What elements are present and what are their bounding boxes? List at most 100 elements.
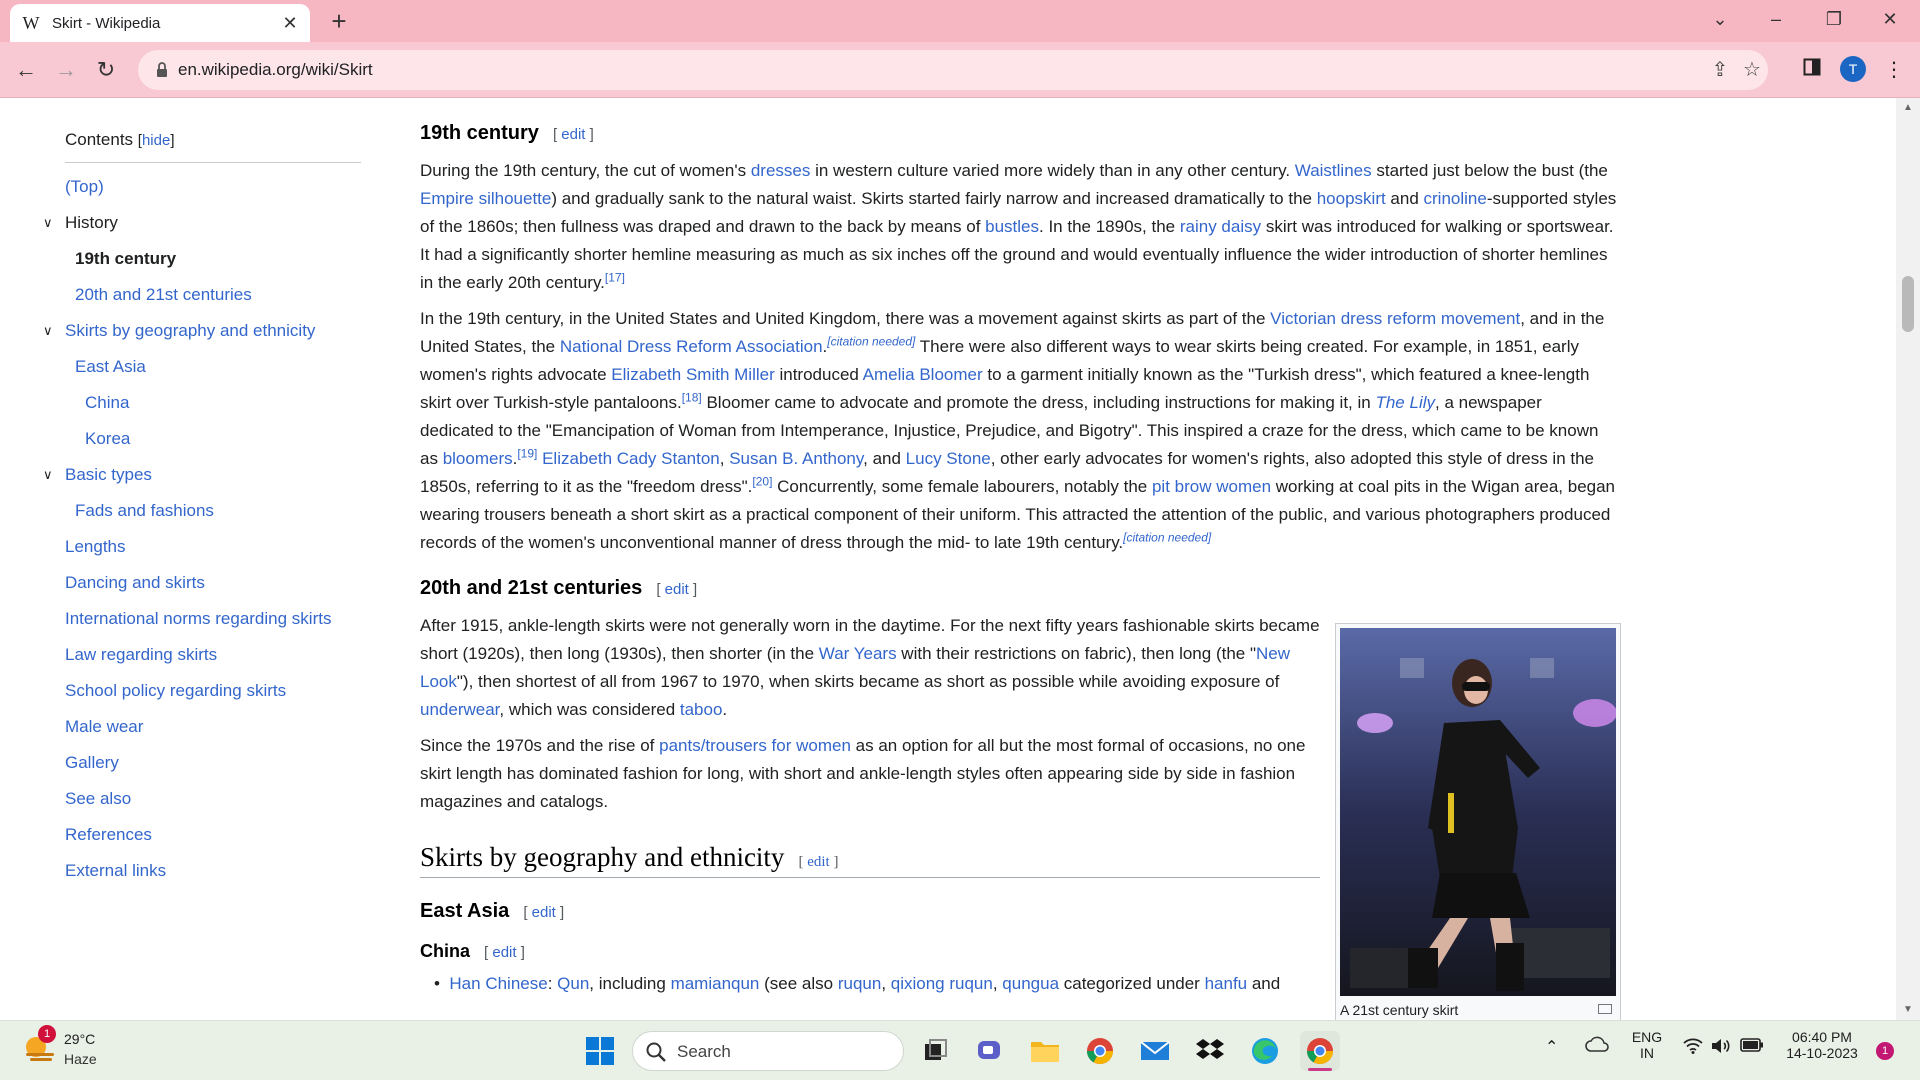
link-war-years[interactable]: War Years <box>819 644 897 663</box>
new-tab-button[interactable]: + <box>325 8 353 36</box>
toc-item-references[interactable]: References <box>65 817 361 853</box>
link-susan-b-anthony[interactable]: Susan B. Anthony <box>729 449 863 468</box>
clock[interactable]: 06:40 PM 14-10-2023 <box>1780 1029 1864 1061</box>
chrome-active-icon[interactable] <box>1300 1031 1340 1071</box>
toc-item-external-links[interactable]: External links <box>65 853 361 889</box>
link-waistlines[interactable]: Waistlines <box>1295 161 1372 180</box>
battery-icon[interactable] <box>1740 1038 1764 1055</box>
link-pants-trousers[interactable]: pants/trousers for women <box>659 736 851 755</box>
toc-hide-link[interactable]: hide <box>142 132 170 149</box>
toc-item-intl-norms[interactable]: International norms regarding skirts <box>65 601 361 637</box>
link-bloomers[interactable]: bloomers <box>443 449 513 468</box>
link-qungua[interactable]: qungua <box>1002 974 1059 993</box>
ref-19[interactable]: [19] <box>517 446 537 460</box>
reload-button[interactable]: ↻ <box>90 54 122 86</box>
toc-item-geography[interactable]: ∨ Skirts by geography and ethnicity <box>43 313 361 349</box>
ref-18[interactable]: [18] <box>682 390 702 404</box>
close-tab-icon[interactable]: ✕ <box>280 13 300 33</box>
toc-item-gallery[interactable]: Gallery <box>65 745 361 781</box>
edit-link[interactable]: edit <box>492 944 516 961</box>
menu-kebab-icon[interactable]: ⋮ <box>1880 56 1908 84</box>
edit-link[interactable]: edit <box>532 904 556 921</box>
toc-item-law[interactable]: Law regarding skirts <box>65 637 361 673</box>
chevron-down-icon[interactable]: ∨ <box>43 457 59 493</box>
minimize-button[interactable]: – <box>1748 0 1804 40</box>
toc-item-dancing[interactable]: Dancing and skirts <box>65 565 361 601</box>
link-the-lily[interactable]: The Lily <box>1375 393 1435 412</box>
link-victorian-dress-reform[interactable]: Victorian dress reform movement <box>1270 309 1520 328</box>
photo-21st-century-skirt[interactable] <box>1340 628 1616 996</box>
bookmark-star-icon[interactable]: ☆ <box>1740 58 1764 82</box>
link-bustles[interactable]: bustles <box>985 217 1039 236</box>
scroll-down-arrow-icon[interactable]: ▼ <box>1896 1004 1920 1015</box>
enlarge-icon[interactable] <box>1598 1004 1612 1014</box>
citation-needed[interactable]: [citation needed] <box>827 334 915 348</box>
share-icon[interactable]: ⇪ <box>1708 58 1732 82</box>
citation-needed[interactable]: [citation needed] <box>1123 530 1211 544</box>
toc-item-east-asia[interactable]: East Asia <box>65 349 361 385</box>
link-crinoline[interactable]: crinoline <box>1424 189 1487 208</box>
wifi-icon[interactable] <box>1682 1037 1704 1058</box>
close-window-button[interactable]: ✕ <box>1862 0 1918 40</box>
scroll-up-arrow-icon[interactable]: ▲ <box>1896 102 1920 113</box>
link-pit-brow-women[interactable]: pit brow women <box>1152 477 1271 496</box>
link-empire-silhouette[interactable]: Empire silhouette <box>420 189 551 208</box>
link-elizabeth-smith-miller[interactable]: Elizabeth Smith Miller <box>611 365 774 384</box>
toc-item-lengths[interactable]: Lengths <box>65 529 361 565</box>
show-hidden-icons-chevron-icon[interactable]: ⌃ <box>1545 1037 1558 1057</box>
link-mamianqun[interactable]: mamianqun <box>671 974 760 993</box>
link-han-chinese[interactable]: Han Chinese <box>449 974 547 993</box>
edit-link[interactable]: edit <box>561 126 585 143</box>
ref-17[interactable]: [17] <box>605 270 625 284</box>
toc-item-history[interactable]: ∨ History <box>43 205 361 241</box>
task-view-icon[interactable] <box>915 1031 955 1071</box>
link-ndra[interactable]: National Dress Reform Association <box>560 337 823 356</box>
browser-tab[interactable]: W Skirt - Wikipedia ✕ <box>10 4 310 42</box>
chevron-down-icon[interactable]: ∨ <box>43 313 59 349</box>
toc-item-20th-21st[interactable]: 20th and 21st centuries <box>65 277 361 313</box>
edge-icon[interactable] <box>1245 1031 1285 1071</box>
link-rainy-daisy[interactable]: rainy daisy <box>1180 217 1261 236</box>
onedrive-cloud-icon[interactable] <box>1585 1035 1609 1056</box>
volume-icon[interactable] <box>1710 1037 1732 1058</box>
toc-item-see-also[interactable]: See also <box>65 781 361 817</box>
toc-item-19th-century[interactable]: 19th century <box>65 241 361 277</box>
page-scrollbar[interactable]: ▲ ▼ <box>1896 98 1920 1020</box>
notification-badge[interactable]: 1 <box>1876 1042 1894 1060</box>
link-amelia-bloomer[interactable]: Amelia Bloomer <box>863 365 983 384</box>
toc-item-school[interactable]: School policy regarding skirts <box>65 673 361 709</box>
scrollbar-thumb[interactable] <box>1902 276 1914 332</box>
profile-avatar[interactable]: T <box>1840 56 1866 82</box>
url-text[interactable]: en.wikipedia.org/wiki/Skirt <box>178 60 373 80</box>
link-dresses[interactable]: dresses <box>751 161 811 180</box>
link-lucy-stone[interactable]: Lucy Stone <box>906 449 991 468</box>
link-qun[interactable]: Qun <box>557 974 589 993</box>
file-explorer-icon[interactable] <box>1025 1031 1065 1071</box>
ref-20[interactable]: [20] <box>752 474 772 488</box>
start-button[interactable] <box>580 1031 620 1071</box>
link-hoopskirt[interactable]: hoopskirt <box>1317 189 1386 208</box>
dropbox-icon[interactable] <box>1190 1031 1230 1071</box>
weather-widget[interactable]: 1 29°C Haze <box>22 1025 97 1070</box>
toc-item-top[interactable]: (Top) <box>65 169 361 205</box>
chevron-down-icon[interactable]: ∨ <box>43 205 59 241</box>
tab-search-chevron-icon[interactable]: ⌄ <box>1692 0 1748 40</box>
side-panel-icon[interactable] <box>1798 56 1826 84</box>
chrome-icon[interactable] <box>1080 1031 1120 1071</box>
mail-icon[interactable] <box>1135 1031 1175 1071</box>
toc-item-basic-types[interactable]: ∨ Basic types <box>43 457 361 493</box>
link-underwear[interactable]: underwear <box>420 700 499 719</box>
forward-button[interactable]: → <box>50 54 82 86</box>
teams-chat-icon[interactable] <box>970 1031 1010 1071</box>
taskbar-search[interactable]: Search <box>632 1031 904 1071</box>
link-elizabeth-cady-stanton[interactable]: Elizabeth Cady Stanton <box>542 449 720 468</box>
restore-button[interactable]: ❐ <box>1806 0 1862 40</box>
link-taboo[interactable]: taboo <box>680 700 723 719</box>
edit-link[interactable]: edit <box>807 854 830 870</box>
language-indicator[interactable]: ENG IN <box>1630 1029 1664 1061</box>
link-ruqun[interactable]: ruqun <box>838 974 881 993</box>
back-button[interactable]: ← <box>10 54 42 86</box>
toc-item-fads[interactable]: Fads and fashions <box>65 493 361 529</box>
toc-item-male-wear[interactable]: Male wear <box>65 709 361 745</box>
address-bar[interactable]: en.wikipedia.org/wiki/Skirt ⇪ ☆ <box>138 50 1768 90</box>
